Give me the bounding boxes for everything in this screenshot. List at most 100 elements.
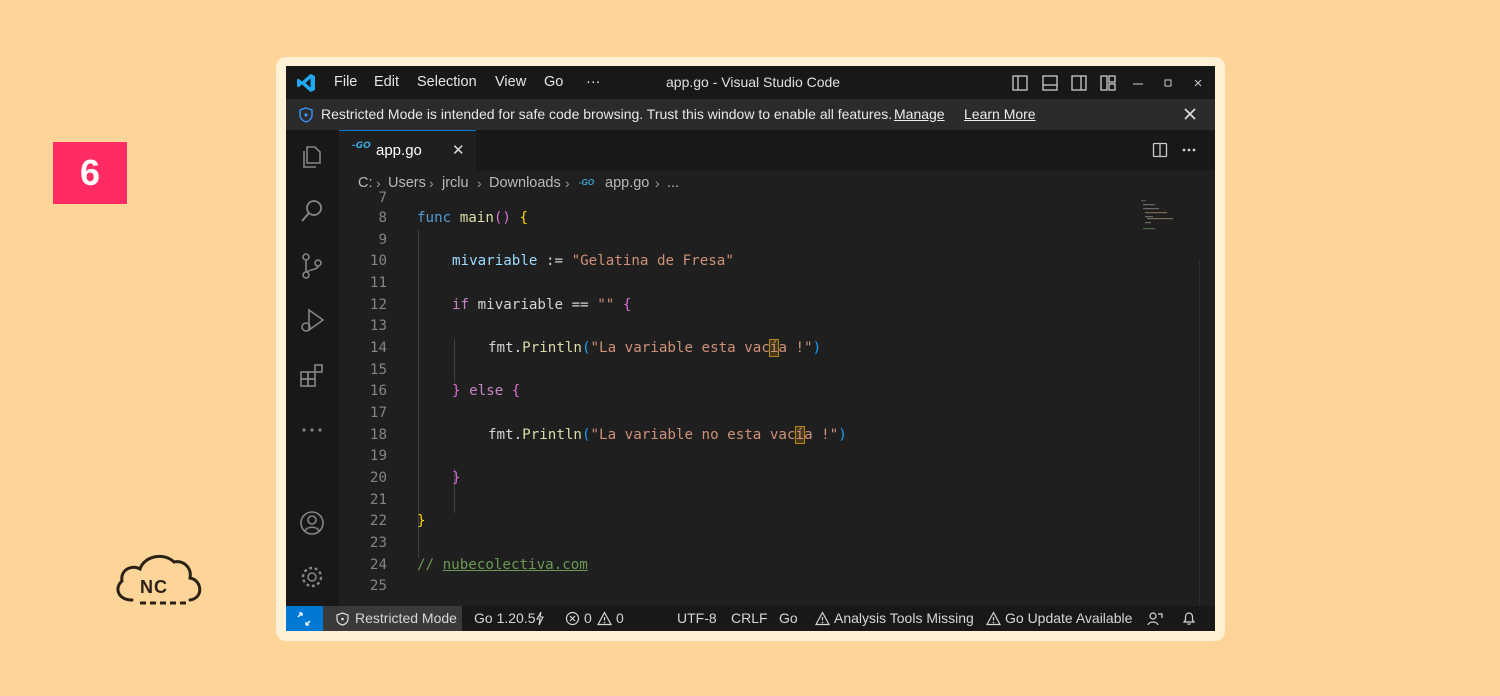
breadcrumb-jrclu[interactable]: jrclu (442, 170, 469, 196)
window-title: app.go - Visual Studio Code (666, 74, 841, 90)
close-window-icon[interactable] (1192, 77, 1204, 89)
banner-message: Restricted Mode is intended for safe cod… (321, 106, 893, 122)
minimize-icon[interactable] (1132, 78, 1144, 90)
shield-icon (336, 612, 349, 626)
comment-link[interactable]: nubecolectiva.com (443, 557, 588, 573)
line-number: 20 (369, 470, 387, 486)
run-and-debug-icon[interactable] (298, 306, 326, 334)
more-actions-icon[interactable] (1181, 142, 1197, 158)
nc-logo: NC (112, 550, 206, 610)
indent-guide (418, 230, 419, 558)
manage-link[interactable]: Manage (894, 99, 945, 130)
learn-more-link[interactable]: Learn More (964, 99, 1036, 130)
line-number: 16 (369, 383, 387, 399)
analysis-tools-status[interactable]: Analysis Tools Missing (834, 606, 974, 631)
vertical-scrollbar[interactable] (1199, 260, 1214, 606)
line-number: 22 (369, 513, 387, 529)
code-editor[interactable]: 7 8 9 10 11 12 13 14 15 16 17 18 19 20 2… (339, 190, 1215, 606)
end-of-line[interactable]: CRLF (731, 606, 768, 631)
menu-file[interactable]: File (334, 66, 357, 99)
gear-icon[interactable] (298, 563, 326, 591)
menu-edit[interactable]: Edit (374, 66, 399, 99)
minimap[interactable] (1139, 198, 1179, 234)
breadcrumb-downloads[interactable]: Downloads (489, 170, 561, 196)
menu-more[interactable]: ··· (586, 66, 601, 99)
line-number: 12 (369, 297, 387, 313)
explorer-icon[interactable] (298, 143, 326, 171)
activity-bar (286, 130, 339, 606)
chevron-right-icon: › (565, 175, 570, 191)
line-number: 17 (369, 405, 387, 421)
toggle-secondary-sidebar-icon[interactable] (1070, 74, 1088, 92)
line-number: 10 (369, 253, 387, 269)
step-number-badge: 6 (53, 142, 127, 204)
toggle-panel-icon[interactable] (1041, 74, 1059, 92)
code-line-16: } else { (452, 383, 521, 399)
code-line-12: if mivariable == "" { (452, 297, 632, 313)
feedback-icon[interactable] (1147, 611, 1163, 626)
breadcrumb: C: › Users › jrclu › Downloads › -GO app… (339, 170, 1215, 196)
customize-layout-icon[interactable] (1099, 74, 1117, 92)
line-number: 18 (369, 427, 387, 443)
tab-app-go[interactable]: -GO app.go ✕ (339, 130, 476, 170)
line-number: 7 (378, 190, 387, 206)
line-number: 11 (369, 275, 387, 291)
restricted-mode-banner: Restricted Mode is intended for safe cod… (286, 99, 1215, 130)
line-number: 8 (378, 210, 387, 226)
vscode-window: File Edit Selection View Go ··· app.go -… (286, 66, 1215, 631)
error-count[interactable]: 0 (584, 606, 592, 631)
menu-go[interactable]: Go (544, 66, 563, 99)
remote-indicator[interactable] (286, 606, 323, 631)
bell-icon[interactable] (1182, 611, 1196, 626)
title-bar: File Edit Selection View Go ··· app.go -… (286, 66, 1215, 99)
line-number: 19 (369, 448, 387, 464)
menu-selection[interactable]: Selection (417, 66, 477, 99)
line-number: 14 (369, 340, 387, 356)
status-bar: Restricted Mode Go 1.20.5 0 0 UTF-8 CRLF… (286, 606, 1215, 631)
breadcrumb-users[interactable]: Users (388, 170, 426, 196)
editor-tabs: -GO app.go ✕ (339, 130, 1215, 170)
go-file-icon: -GO (579, 178, 595, 187)
breadcrumb-file[interactable]: app.go (605, 170, 649, 196)
restricted-mode-label: Restricted Mode (355, 610, 457, 626)
go-file-icon: -GO (352, 141, 371, 151)
accounts-icon[interactable] (298, 509, 326, 537)
menu-view[interactable]: View (495, 66, 526, 99)
warning-icon (986, 611, 1001, 626)
go-version[interactable]: Go 1.20.5 (474, 606, 536, 631)
indent-guide (454, 339, 455, 383)
code-line-20: } (452, 470, 461, 486)
close-banner-icon[interactable] (1184, 108, 1196, 120)
remote-icon (297, 612, 311, 626)
code-line-24: // nubecolectiva.com (417, 557, 588, 573)
split-editor-icon[interactable] (1152, 142, 1168, 158)
line-number: 9 (378, 232, 387, 248)
search-icon[interactable] (298, 197, 326, 225)
line-number: 15 (369, 362, 387, 378)
chevron-right-icon: › (477, 175, 482, 191)
restricted-mode-indicator[interactable]: Restricted Mode (323, 606, 462, 631)
maximize-icon[interactable] (1162, 77, 1174, 89)
line-number: 21 (369, 492, 387, 508)
line-number: 24 (369, 557, 387, 573)
unicode-highlight: í (794, 426, 806, 444)
chevron-right-icon: › (429, 175, 434, 191)
warning-icon (597, 611, 612, 626)
tab-label: app.go (376, 142, 422, 159)
source-control-icon[interactable] (298, 252, 326, 280)
extensions-icon[interactable] (298, 361, 326, 389)
toggle-primary-sidebar-icon[interactable] (1011, 74, 1029, 92)
language-mode[interactable]: Go (779, 606, 798, 631)
line-number: 23 (369, 535, 387, 551)
warning-icon (815, 611, 830, 626)
go-update-status[interactable]: Go Update Available (1005, 606, 1132, 631)
code-line-14: fmt.Println("La variable esta vacía !") (488, 339, 822, 357)
more-views-icon[interactable] (298, 416, 326, 444)
lightning-icon (536, 611, 544, 626)
encoding[interactable]: UTF-8 (677, 606, 717, 631)
warning-count[interactable]: 0 (616, 606, 624, 631)
tab-close-icon[interactable]: ✕ (452, 131, 465, 171)
code-line-8: func main() { (417, 210, 529, 226)
code-line-22: } (417, 513, 426, 529)
breadcrumb-symbol[interactable]: ... (667, 170, 679, 196)
